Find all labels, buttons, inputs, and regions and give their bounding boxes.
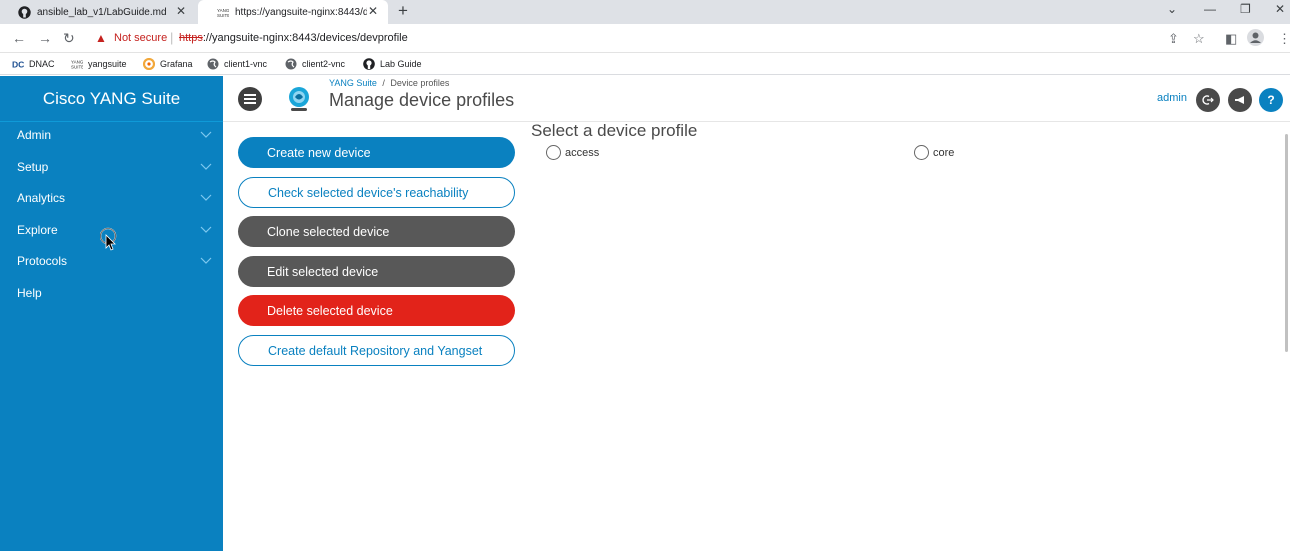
url-scheme: https [179,32,203,44]
close-tab-icon[interactable]: ✕ [176,4,186,18]
bookmark-star-icon[interactable]: ☆ [1193,31,1205,47]
dnac-icon: DC [12,58,24,70]
edit-device-button[interactable]: Edit selected device [238,256,515,287]
breadcrumb-separator: / [382,78,385,88]
radio-button[interactable] [914,145,929,160]
user-menu[interactable]: admin [1157,92,1187,104]
logout-button[interactable] [1196,88,1220,112]
profile-icon[interactable] [1247,29,1264,49]
logout-icon [1202,95,1214,105]
chevron-down-icon [200,257,212,264]
create-device-button[interactable]: Create new device [238,137,515,168]
sidebar-item-label: Explore [17,223,58,237]
yangsuite-icon: YANG SUITE [71,58,83,70]
breadcrumb-root-link[interactable]: YANG Suite [329,78,377,88]
reload-icon[interactable]: ↻ [63,30,75,47]
bookmark-client2-vnc[interactable]: client2-vnc [285,58,345,70]
address-bar: ← → ↻ ▲ Not secure | https://yangsuite-n… [0,24,1290,53]
bookmark-label: Lab Guide [380,59,422,69]
clone-device-button[interactable]: Clone selected device [238,216,515,247]
browser-tab-yangsuite[interactable]: YANG SUITE https://yangsuite-nginx:8443/d… [198,0,388,24]
profile-radio-access[interactable]: access [546,145,599,160]
sidebar: Cisco YANG Suite Admin Setup Analytics E… [0,76,223,551]
profile-section-title: Select a device profile [531,121,698,140]
breadcrumb: YANG Suite / Device profiles [329,78,449,88]
profile-radio-core[interactable]: core [914,145,954,160]
svg-text:SUITE: SUITE [217,13,229,18]
tab-title: ansible_lab_v1/LabGuide.md at m [37,6,169,18]
bookmark-grafana[interactable]: Grafana [143,58,193,70]
bookmark-label: client2-vnc [302,59,346,69]
new-tab-button[interactable]: + [398,1,408,21]
bookmark-lab-guide[interactable]: Lab Guide [363,58,422,70]
close-window-icon[interactable]: ✕ [1275,2,1285,16]
github-icon [18,5,31,19]
chevron-down-icon [200,131,212,138]
bookmark-label: Grafana [160,59,193,69]
tab-search-icon[interactable]: ⌄ [1167,2,1177,16]
url-field[interactable]: https://yangsuite-nginx:8443/devices/dev… [179,32,408,44]
megaphone-icon [1235,96,1244,104]
bookmarks-bar: DC DNAC YANG SUITE yangsuite Grafana clie… [0,53,1290,75]
security-status[interactable]: Not secure [114,32,167,44]
bookmark-dnac[interactable]: DC DNAC [12,58,55,70]
minimize-icon[interactable]: — [1204,2,1216,16]
radio-label: core [933,146,955,159]
svg-text:DC: DC [12,59,24,69]
help-icon: ? [1267,93,1275,107]
yangsuite-icon: YANG SUITE [216,6,229,19]
forward-icon[interactable]: → [38,30,52,46]
share-icon[interactable]: ⇪ [1168,31,1179,47]
chevron-down-icon [200,226,212,233]
globe-icon [207,58,219,70]
sidebar-item-help[interactable]: Help [0,278,223,308]
svg-text:SUITE: SUITE [71,65,83,70]
warning-icon: ▲ [95,31,107,45]
sidebar-item-label: Help [17,286,42,300]
check-reachability-button[interactable]: Check selected device's reachability [238,177,515,208]
divider: | [170,30,174,45]
chevron-down-icon [200,163,212,170]
mouse-cursor-icon [100,227,117,251]
close-tab-icon[interactable]: ✕ [368,4,378,18]
scrollbar[interactable] [1285,134,1288,352]
browser-tab-labguide[interactable]: ansible_lab_v1/LabGuide.md at m ✕ [0,0,196,24]
url-path: ://yangsuite-nginx:8443/devices/devprofi… [202,32,408,44]
yang-suite-logo [289,87,309,111]
sidebar-item-setup[interactable]: Setup [0,152,223,182]
side-panel-icon[interactable]: ◧ [1225,31,1237,47]
bookmark-label: yangsuite [88,59,127,69]
bookmark-yangsuite[interactable]: YANG SUITE yangsuite [71,58,127,70]
create-default-repo-button[interactable]: Create default Repository and Yangset [238,335,515,366]
sidebar-item-label: Setup [17,160,49,174]
bookmark-label: client1-vnc [224,59,268,69]
sidebar-item-label: Admin [17,128,52,142]
bookmark-client1-vnc[interactable]: client1-vnc [207,58,267,70]
sidebar-item-analytics[interactable]: Analytics [0,183,223,213]
sidebar-item-label: Analytics [17,191,66,205]
radio-label: access [565,146,600,159]
delete-device-button[interactable]: Delete selected device [238,295,515,326]
grafana-icon [143,58,155,70]
chevron-down-icon [200,194,212,201]
globe-icon [285,58,297,70]
sidebar-item-label: Protocols [17,254,68,268]
tab-title: https://yangsuite-nginx:8443/dev [235,6,367,18]
browser-tab-strip: ansible_lab_v1/LabGuide.md at m ✕ YANGSU… [0,0,1290,24]
menu-kebab-icon[interactable]: ⋮ [1278,31,1290,47]
sidebar-item-admin[interactable]: Admin [0,120,223,150]
page-title: Manage device profiles [329,90,515,110]
radio-button[interactable] [546,145,561,160]
app-header: YANG Suite / Device profiles Manage devi… [223,76,1290,122]
announcements-button[interactable] [1228,88,1252,112]
restore-icon[interactable]: ❐ [1240,2,1251,16]
github-icon [363,58,375,70]
help-button[interactable]: ? [1259,88,1283,112]
hamburger-menu-icon[interactable] [238,87,262,111]
app-brand[interactable]: Cisco YANG Suite [0,89,223,109]
back-icon[interactable]: ← [12,30,26,46]
bookmark-label: DNAC [29,59,55,69]
breadcrumb-current: Device profiles [390,78,450,88]
